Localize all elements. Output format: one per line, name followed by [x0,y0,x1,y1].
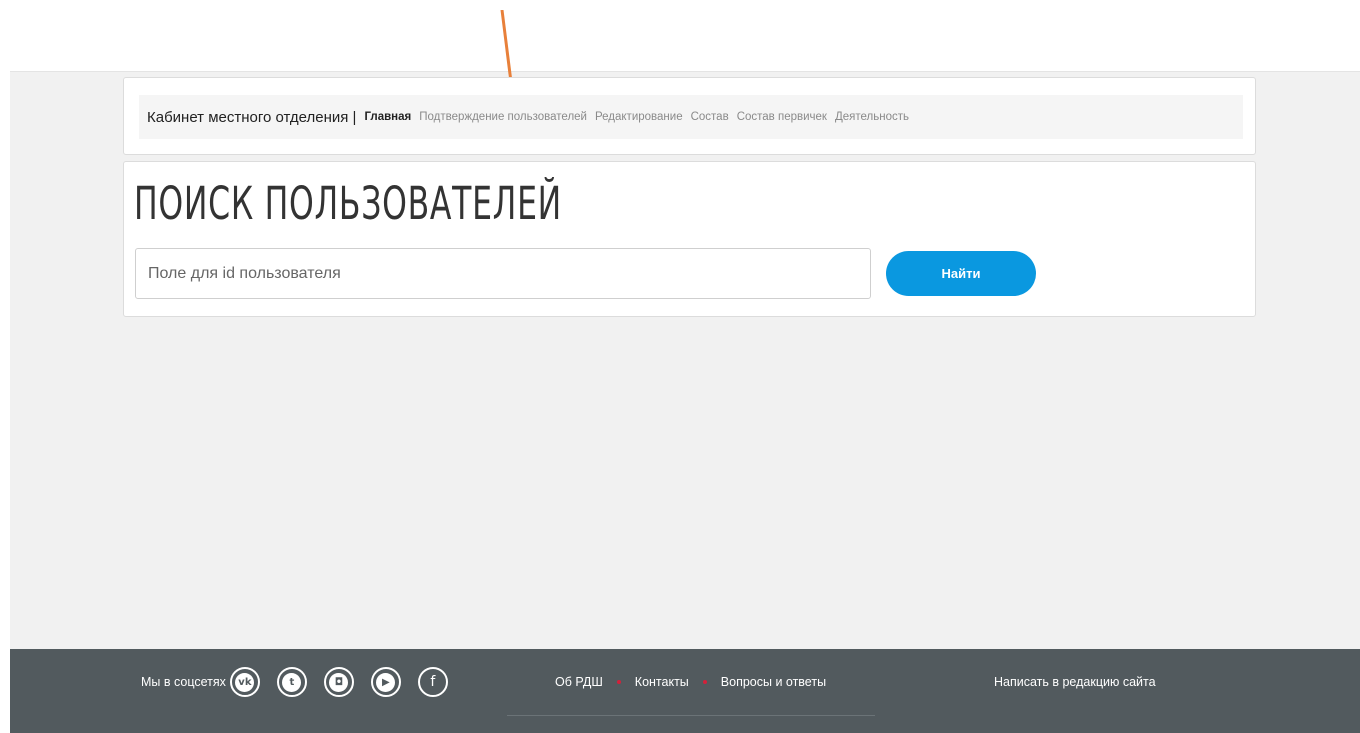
nav-link-members[interactable]: Состав [691,111,729,123]
footer-social-label: Мы в соцсетях [141,675,226,689]
user-search-card: Поиск пользователей Найти [123,161,1256,317]
nav-link-user-confirmation[interactable]: Подтверждение пользователей [419,111,587,123]
footer-link-about[interactable]: Об РДШ [555,675,603,689]
facebook-icon[interactable]: f [417,667,448,697]
footer-link-contacts[interactable]: Контакты [635,675,689,689]
footer-divider [507,715,875,716]
footer-social: Мы в соцсетях vk t ◘ ▶ f [141,667,465,697]
instagram-icon[interactable]: ◘ [323,667,354,697]
footer: Мы в соцсетях vk t ◘ ▶ f Об РДШ Контакты… [10,649,1360,733]
footer-write-to-editors-link[interactable]: Написать в редакцию сайта [994,675,1156,689]
nav-link-activity[interactable]: Деятельность [835,111,909,123]
twitter-icon[interactable]: t [276,667,307,697]
user-id-search-input[interactable] [135,248,871,299]
cabinet-title: Кабинет местного отделения | [147,108,357,126]
footer-link-faq[interactable]: Вопросы и ответы [721,675,826,689]
page-title: Поиск пользователей [134,177,562,230]
footer-separator-dot [702,680,707,684]
main-content-area [10,71,1360,650]
nav-link-primary-members[interactable]: Состав первичек [737,111,827,123]
vk-icon[interactable]: vk [229,667,260,697]
cabinet-nav-card: Кабинет местного отделения | Главная Под… [123,77,1256,155]
footer-separator-dot [616,680,621,684]
cabinet-nav-bar: Кабинет местного отделения | Главная Под… [139,95,1243,139]
page: Кабинет местного отделения | Главная Под… [0,0,1360,733]
footer-links: Об РДШ Контакты Вопросы и ответы [555,675,826,689]
nav-link-editing[interactable]: Редактирование [595,111,683,123]
youtube-icon[interactable]: ▶ [370,667,401,697]
nav-link-main[interactable]: Главная [364,111,411,123]
search-button[interactable]: Найти [886,251,1036,296]
